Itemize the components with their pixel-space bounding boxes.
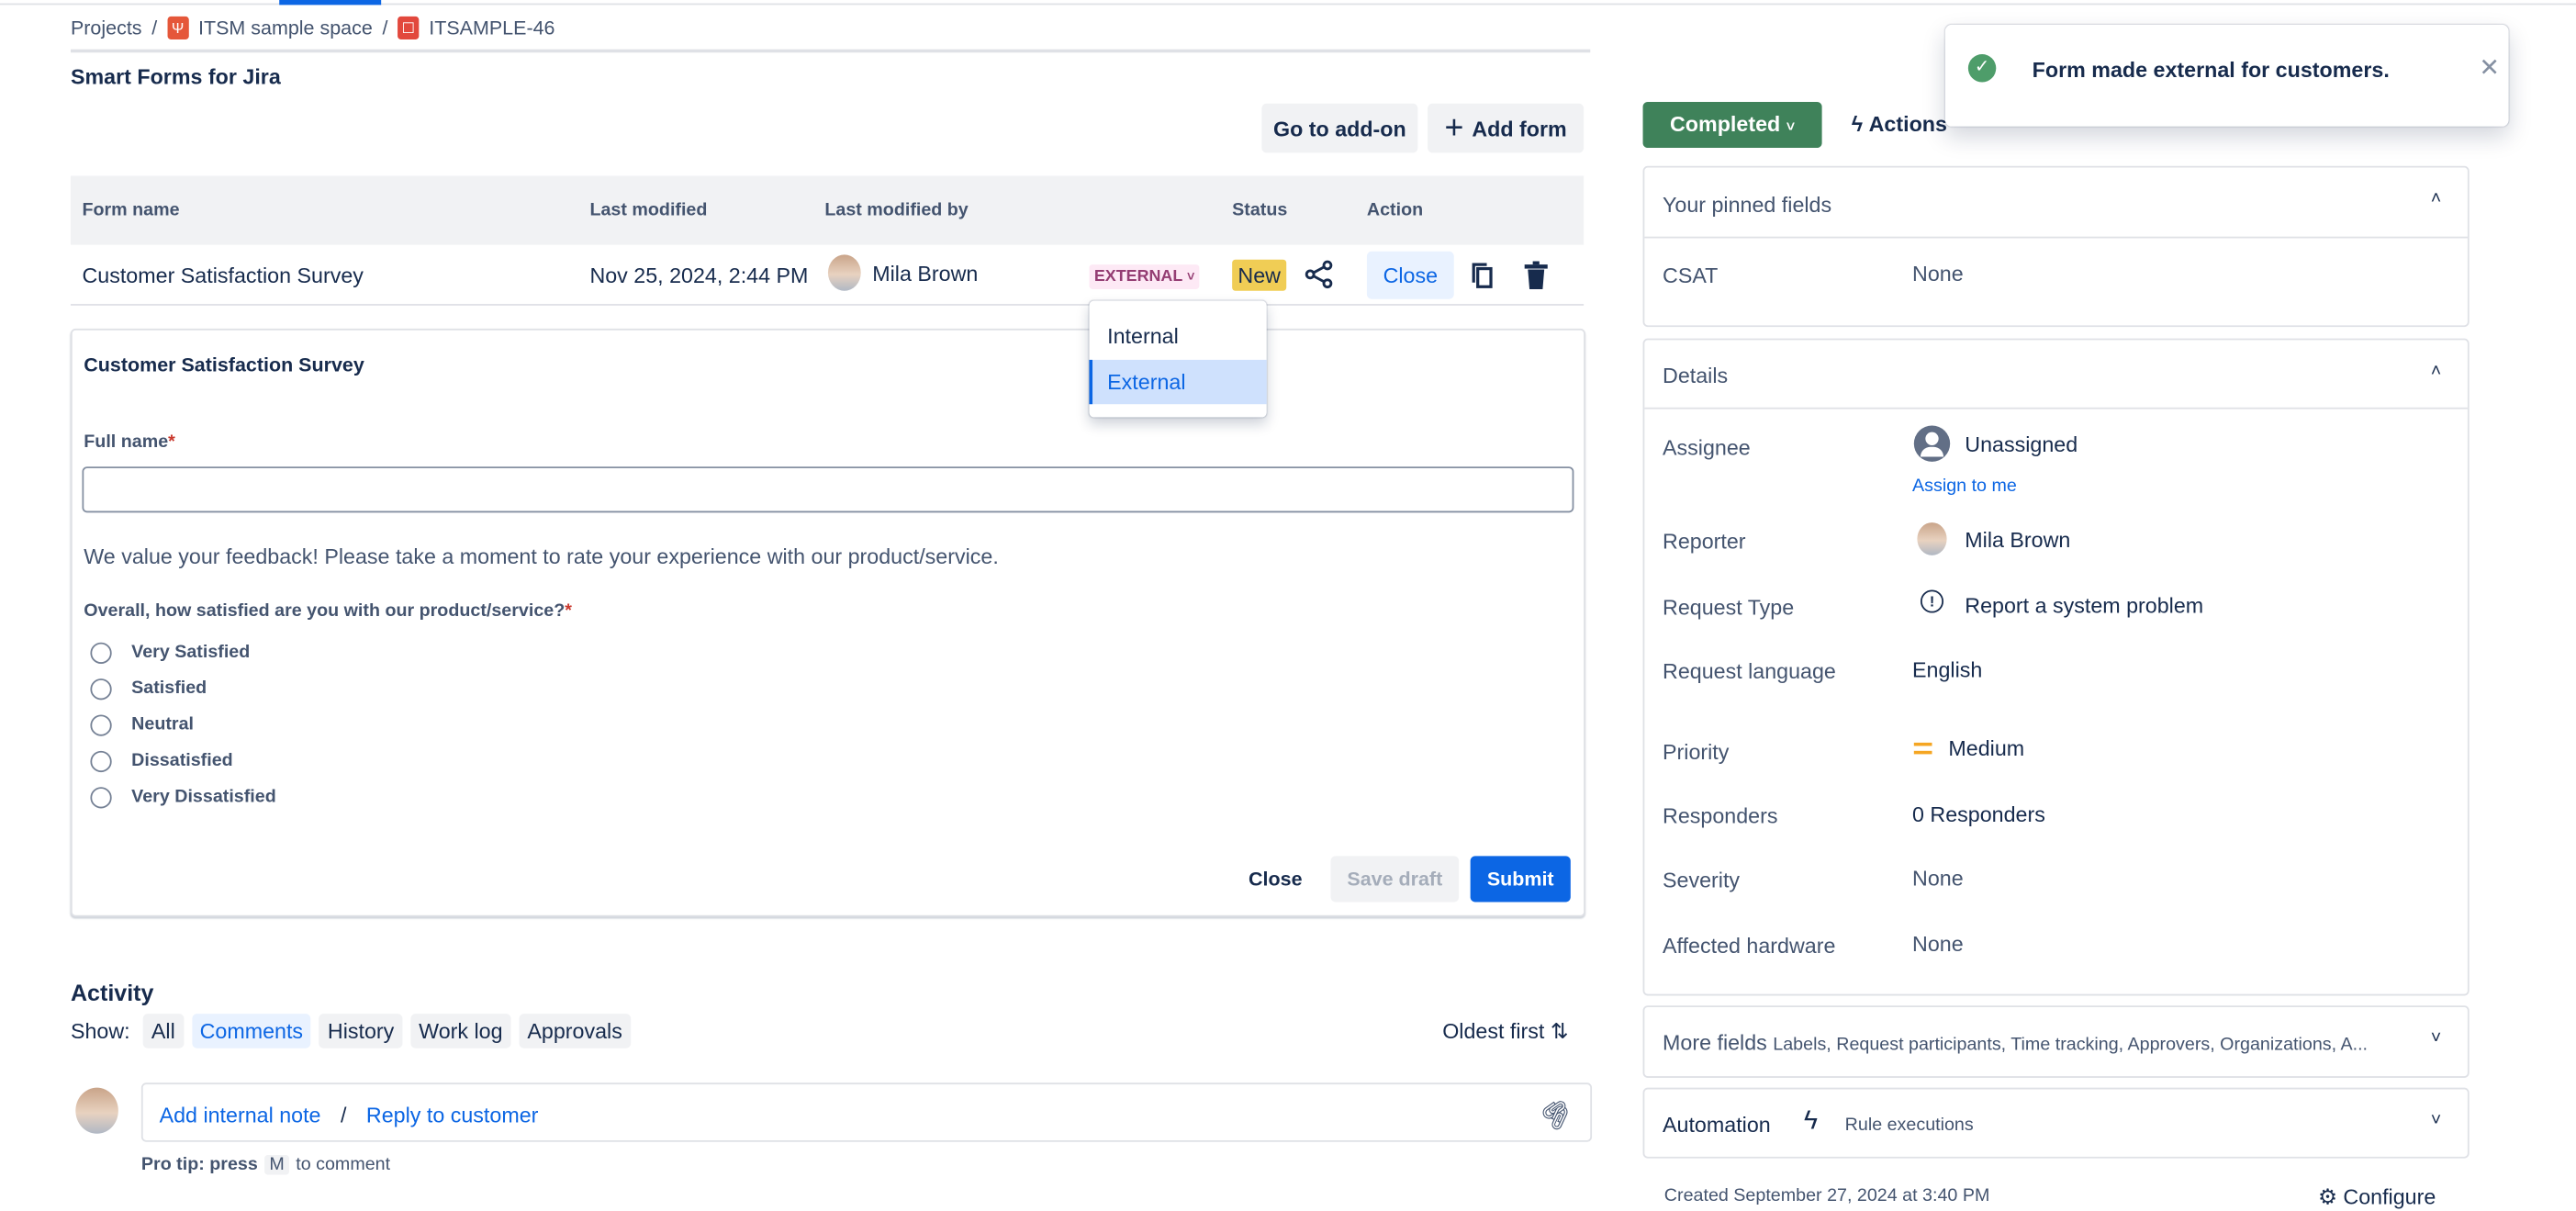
priority-medium-icon	[1913, 742, 1932, 755]
full-name-label: Full name*	[84, 432, 175, 453]
avatar	[827, 254, 861, 291]
automation-panel[interactable]: Automation ϟ Rule executions ˅	[1642, 1087, 2470, 1159]
pinned-title: Your pinned fields	[1663, 192, 1832, 218]
modified-by-cell: Mila Brown	[872, 261, 979, 286]
details-title: Details	[1663, 363, 1729, 388]
pro-tip: Pro tip: press Mto comment	[140, 1155, 391, 1175]
col-last-modified: Last modified	[589, 200, 708, 220]
go-to-addon-button[interactable]: Go to add-on	[1261, 103, 1418, 153]
add-form-button[interactable]: + Add form	[1428, 103, 1585, 153]
assignee-value[interactable]: Unassigned	[1965, 432, 2078, 457]
sort-button[interactable]: Oldest first ⇅	[1442, 1019, 1568, 1046]
menu-item-external[interactable]: External	[1089, 359, 1267, 405]
lightning-icon: ϟ	[1851, 111, 1864, 137]
add-internal-note-link[interactable]: Add internal note	[160, 1103, 321, 1127]
actions-button[interactable]: ϟ Actions	[1852, 112, 1947, 137]
chevron-down-icon: ˅	[2430, 1110, 2442, 1131]
chevron-down-icon: ˅	[1186, 269, 1195, 285]
close-icon[interactable]: ✕	[2479, 52, 2500, 82]
success-icon: ✓	[1967, 54, 1997, 83]
form-intro: We value your feedback! Please take a mo…	[84, 544, 999, 569]
comment-actions: Add internal note / Reply to customer	[159, 1102, 539, 1127]
col-action: Action	[1366, 200, 1424, 220]
assign-to-me-link[interactable]: Assign to me	[1912, 477, 2017, 496]
sort-icon: ⇅	[1550, 1018, 1569, 1044]
radio-option[interactable]: Neutral	[90, 713, 275, 736]
issue-type-icon: ☐	[398, 16, 420, 39]
save-draft-button[interactable]: Save draft	[1330, 856, 1460, 903]
submit-button[interactable]: Submit	[1470, 856, 1571, 903]
breadcrumb: Projects / Ψ ITSM sample space / ☐ ITSAMPL…	[70, 16, 555, 39]
visibility-menu: Internal External	[1089, 300, 1267, 418]
current-user-avatar	[75, 1087, 118, 1134]
more-fields-panel[interactable]: More fields Labels, Request participants…	[1642, 1005, 2470, 1078]
chevron-down-icon: ˅	[1786, 118, 1796, 135]
modified-cell: Nov 25, 2024, 2:44 PM	[589, 263, 809, 288]
toast: ✓ Form made external for customers. ✕	[1944, 24, 2509, 127]
created-date: Created September 27, 2024 at 3:40 PM	[1663, 1186, 1990, 1206]
filter-comments[interactable]: Comments	[191, 1014, 312, 1048]
lightning-icon: ϟ	[1803, 1107, 1819, 1136]
gear-icon: ⚙	[2318, 1184, 2337, 1210]
radio-option[interactable]: Very Satisfied	[90, 641, 275, 664]
plus-icon: +	[1444, 109, 1464, 146]
divider	[70, 49, 1591, 53]
unassigned-avatar-icon	[1913, 425, 1951, 462]
form-title: Customer Satisfaction Survey	[84, 353, 364, 376]
chevron-down-icon: ˅	[2430, 1028, 2442, 1048]
radio-button[interactable]	[90, 749, 112, 772]
configure-button[interactable]: ⚙ Configure	[2318, 1184, 2436, 1211]
chevron-up-icon[interactable]: ˄	[2431, 189, 2442, 208]
active-tab-indicator	[279, 0, 382, 6]
filter-all[interactable]: All	[142, 1014, 184, 1048]
satisfaction-options: Very Satisfied Satisfied Neutral Dissati…	[90, 641, 276, 809]
reporter-value[interactable]: Mila Brown	[1965, 527, 2070, 552]
share-icon[interactable]	[1305, 260, 1334, 289]
app-title: Smart Forms for Jira	[70, 63, 281, 89]
top-border	[0, 3, 2576, 6]
project-icon: Ψ	[167, 16, 189, 39]
radio-option[interactable]: Very Dissatisfied	[90, 785, 276, 808]
menu-item-internal[interactable]: Internal	[1107, 324, 1179, 349]
breadcrumb-issue[interactable]: ITSAMPLE-46	[429, 17, 554, 39]
activity-title: Activity	[70, 979, 154, 1006]
activity-filters: Show: All Comments History Work log Appr…	[71, 1014, 631, 1048]
radio-option[interactable]: Satisfied	[90, 677, 275, 700]
filter-history[interactable]: History	[319, 1014, 403, 1048]
col-modified-by: Last modified by	[824, 200, 969, 220]
form-name-cell[interactable]: Customer Satisfaction Survey	[82, 263, 363, 287]
col-form-name: Form name	[82, 200, 180, 220]
filter-approvals[interactable]: Approvals	[519, 1014, 631, 1048]
form-close-button[interactable]: Close	[1249, 868, 1302, 891]
request-type-value[interactable]: Report a system problem	[1965, 593, 2203, 618]
col-status: Status	[1232, 200, 1288, 220]
radio-button[interactable]	[90, 678, 112, 700]
reporter-avatar	[1917, 522, 1947, 555]
breadcrumb-projects[interactable]: Projects	[71, 17, 142, 39]
filter-work-log[interactable]: Work log	[410, 1014, 511, 1048]
status-transition-button[interactable]: Completed ˅	[1642, 101, 1822, 149]
toast-message: Form made external for customers.	[2032, 57, 2390, 83]
reply-to-customer-link[interactable]: Reply to customer	[366, 1103, 538, 1127]
full-name-input[interactable]	[82, 466, 1574, 513]
breadcrumb-space[interactable]: ITSM sample space	[198, 17, 373, 39]
copy-icon[interactable]	[1471, 262, 1497, 291]
question-label: Overall, how satisfied are you with our …	[84, 600, 572, 622]
pinned-fields-panel: Your pinned fields ˄ CSAT None	[1642, 165, 2470, 328]
radio-button[interactable]	[90, 713, 112, 735]
radio-button[interactable]	[90, 641, 112, 664]
radio-option[interactable]: Dissatisfied	[90, 749, 275, 772]
form-card	[70, 328, 1585, 917]
request-type-icon: !	[1920, 589, 1944, 613]
close-form-button[interactable]: Close	[1366, 251, 1454, 299]
visibility-dropdown[interactable]: EXTERNAL ˅	[1089, 264, 1200, 289]
status-badge: New	[1232, 259, 1287, 291]
row-divider	[70, 304, 1585, 306]
radio-button[interactable]	[90, 786, 112, 808]
details-panel: Details ˄ Assignee Unassigned Assign to …	[1642, 338, 2470, 996]
chevron-up-icon[interactable]: ˄	[2431, 362, 2442, 381]
trash-icon[interactable]	[1523, 261, 1550, 291]
